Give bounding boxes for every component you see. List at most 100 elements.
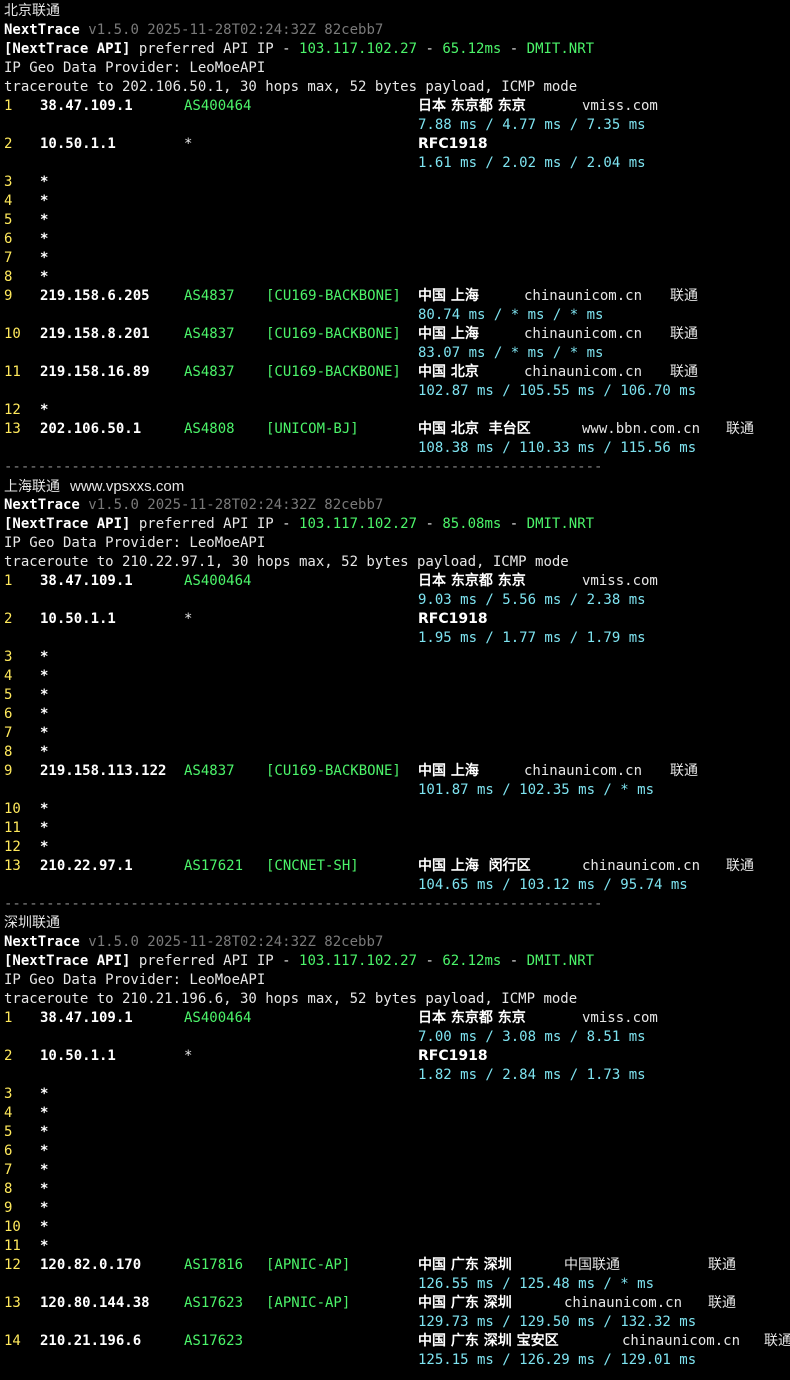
- hop-rtt: 7.00 ms / 3.08 ms / 8.51 ms: [418, 1029, 646, 1045]
- hop-number: 14: [4, 1333, 21, 1349]
- version-line: NextTrace v1.5.0 2025-11-28T02:24:32Z 82…: [4, 933, 383, 952]
- hop-timeout: *: [40, 668, 49, 684]
- hop-timeout: *: [40, 744, 49, 760]
- section-title: 上海联通 www.vpsxxs.com: [4, 477, 184, 496]
- hop-number: 12: [4, 1257, 21, 1273]
- hop-number: 13: [4, 1295, 21, 1311]
- hop-isp: 联通: [670, 288, 698, 304]
- api-text: preferred API IP -: [130, 953, 300, 969]
- geo-provider: IP Geo Data Provider: LeoMoeAPI: [4, 972, 266, 988]
- api-ip: 103.117.102.27: [299, 953, 418, 969]
- hop-number: 8: [4, 744, 13, 760]
- hop-ip: 120.80.144.38: [40, 1295, 150, 1311]
- hop-rtt: 1.95 ms / 1.77 ms / 1.79 ms: [418, 630, 646, 646]
- hop-asn: AS4808: [184, 421, 235, 437]
- hop-number: 10: [4, 326, 21, 342]
- hop-domain: chinaunicom.cn: [524, 288, 643, 304]
- hop-isp: 联通: [670, 763, 698, 779]
- hop-ip: 10.50.1.1: [40, 611, 116, 627]
- dash: -: [501, 516, 527, 532]
- hop-rtt: 1.61 ms / 2.02 ms / 2.04 ms: [418, 155, 646, 171]
- hop-domain: vmiss.com: [582, 98, 658, 114]
- hop-asn: AS4837: [184, 288, 235, 304]
- hop-number: 10: [4, 801, 21, 817]
- api-line: [NextTrace API] preferred API IP - 103.1…: [4, 40, 594, 59]
- hop-geo: 中国 上海: [418, 288, 479, 304]
- hop-ip: 38.47.109.1: [40, 1010, 133, 1026]
- separator: ----------------------------------------…: [4, 896, 603, 912]
- hop-rtt: 102.87 ms / 105.55 ms / 106.70 ms: [418, 383, 697, 399]
- hop-geo: 日本 东京都 东京: [418, 573, 526, 589]
- hop-asn: *: [184, 1048, 193, 1064]
- hop-number: 3: [4, 1086, 13, 1102]
- api-text: preferred API IP -: [130, 41, 300, 57]
- dash: -: [417, 41, 443, 57]
- hop-rtt: 129.73 ms / 129.50 ms / 132.32 ms: [418, 1314, 697, 1330]
- hop-number: 3: [4, 174, 13, 190]
- hop-geo: 日本 东京都 东京: [418, 98, 526, 114]
- hop-asn: AS400464: [184, 1010, 252, 1026]
- hop-number: 12: [4, 839, 21, 855]
- hop-rtt: 1.82 ms / 2.84 ms / 1.73 ms: [418, 1067, 646, 1083]
- api-line: [NextTrace API] preferred API IP - 103.1…: [4, 515, 594, 534]
- hop-number: 2: [4, 1048, 13, 1064]
- hop-timeout: *: [40, 1181, 49, 1197]
- hop-number: 9: [4, 763, 13, 779]
- hop-domain: www.bbn.com.cn: [582, 421, 701, 437]
- hop-timeout: *: [40, 706, 49, 722]
- hop-number: 7: [4, 250, 13, 266]
- hop-geo: RFC1918: [418, 136, 488, 152]
- hop-number: 6: [4, 231, 13, 247]
- hop-number: 12: [4, 402, 21, 418]
- api-tag: [NextTrace API]: [4, 953, 131, 969]
- hop-rtt: 101.87 ms / 102.35 ms / * ms: [418, 782, 655, 798]
- hop-ip: 219.158.6.205: [40, 288, 150, 304]
- hop-ip: 10.50.1.1: [40, 1048, 116, 1064]
- hop-rtt: 83.07 ms / * ms / * ms: [418, 345, 604, 361]
- hop-number: 1: [4, 98, 13, 114]
- hop-domain: chinaunicom.cn: [524, 364, 643, 380]
- geo-provider-line: IP Geo Data Provider: LeoMoeAPI: [4, 534, 265, 553]
- hop-ip: 219.158.113.122: [40, 763, 167, 779]
- hop-geo: 中国 北京: [418, 364, 479, 380]
- section-title-text: 上海联通: [4, 479, 60, 495]
- hop-timeout: *: [40, 174, 49, 190]
- hop-number: 13: [4, 858, 21, 874]
- hop-asn: AS4837: [184, 326, 235, 342]
- hop-number: 10: [4, 1219, 21, 1235]
- api-text: preferred API IP -: [130, 516, 300, 532]
- version-line: NextTrace v1.5.0 2025-11-28T02:24:32Z 82…: [4, 21, 383, 40]
- hop-ip: 10.50.1.1: [40, 136, 116, 152]
- traceroute-line: traceroute to 210.22.97.1, 30 hops max, …: [4, 553, 569, 572]
- dash: -: [417, 516, 443, 532]
- hop-ip: 219.158.8.201: [40, 326, 150, 342]
- traceroute-target: traceroute to 210.21.196.6, 30 hops max,…: [4, 991, 578, 1007]
- hop-geo: 中国 广东 深圳 宝安区: [418, 1333, 559, 1349]
- hop-tag: [CNCNET-SH]: [266, 858, 359, 874]
- hop-domain: chinaunicom.cn: [524, 326, 643, 342]
- hop-number: 9: [4, 1200, 13, 1216]
- api-tag: [NextTrace API]: [4, 516, 131, 532]
- hop-number: 1: [4, 573, 13, 589]
- hop-timeout: *: [40, 1105, 49, 1121]
- hop-asn: AS17623: [184, 1333, 244, 1349]
- hop-geo: RFC1918: [418, 611, 488, 627]
- api-node: DMIT.NRT: [526, 953, 595, 969]
- section-title-text: 北京联通: [4, 3, 60, 19]
- hop-asn: AS17623: [184, 1295, 244, 1311]
- hop-geo: 中国 北京 丰台区: [418, 421, 531, 437]
- hop-number: 6: [4, 1143, 13, 1159]
- hop-tag: [CU169-BACKBONE]: [266, 326, 401, 342]
- version-info: v1.5.0 2025-11-28T02:24:32Z 82cebb7: [88, 22, 384, 38]
- hop-number: 8: [4, 269, 13, 285]
- hop-isp: 联通: [726, 858, 754, 874]
- hop-number: 6: [4, 706, 13, 722]
- hop-rtt: 104.65 ms / 103.12 ms / 95.74 ms: [418, 877, 688, 893]
- traceroute-target: traceroute to 202.106.50.1, 30 hops max,…: [4, 79, 578, 95]
- dash: -: [501, 41, 527, 57]
- geo-provider-line: IP Geo Data Provider: LeoMoeAPI: [4, 59, 265, 78]
- hop-isp: 联通: [708, 1295, 736, 1311]
- hop-timeout: *: [40, 193, 49, 209]
- section-title: 北京联通: [4, 2, 60, 21]
- hop-geo: 中国 上海: [418, 326, 479, 342]
